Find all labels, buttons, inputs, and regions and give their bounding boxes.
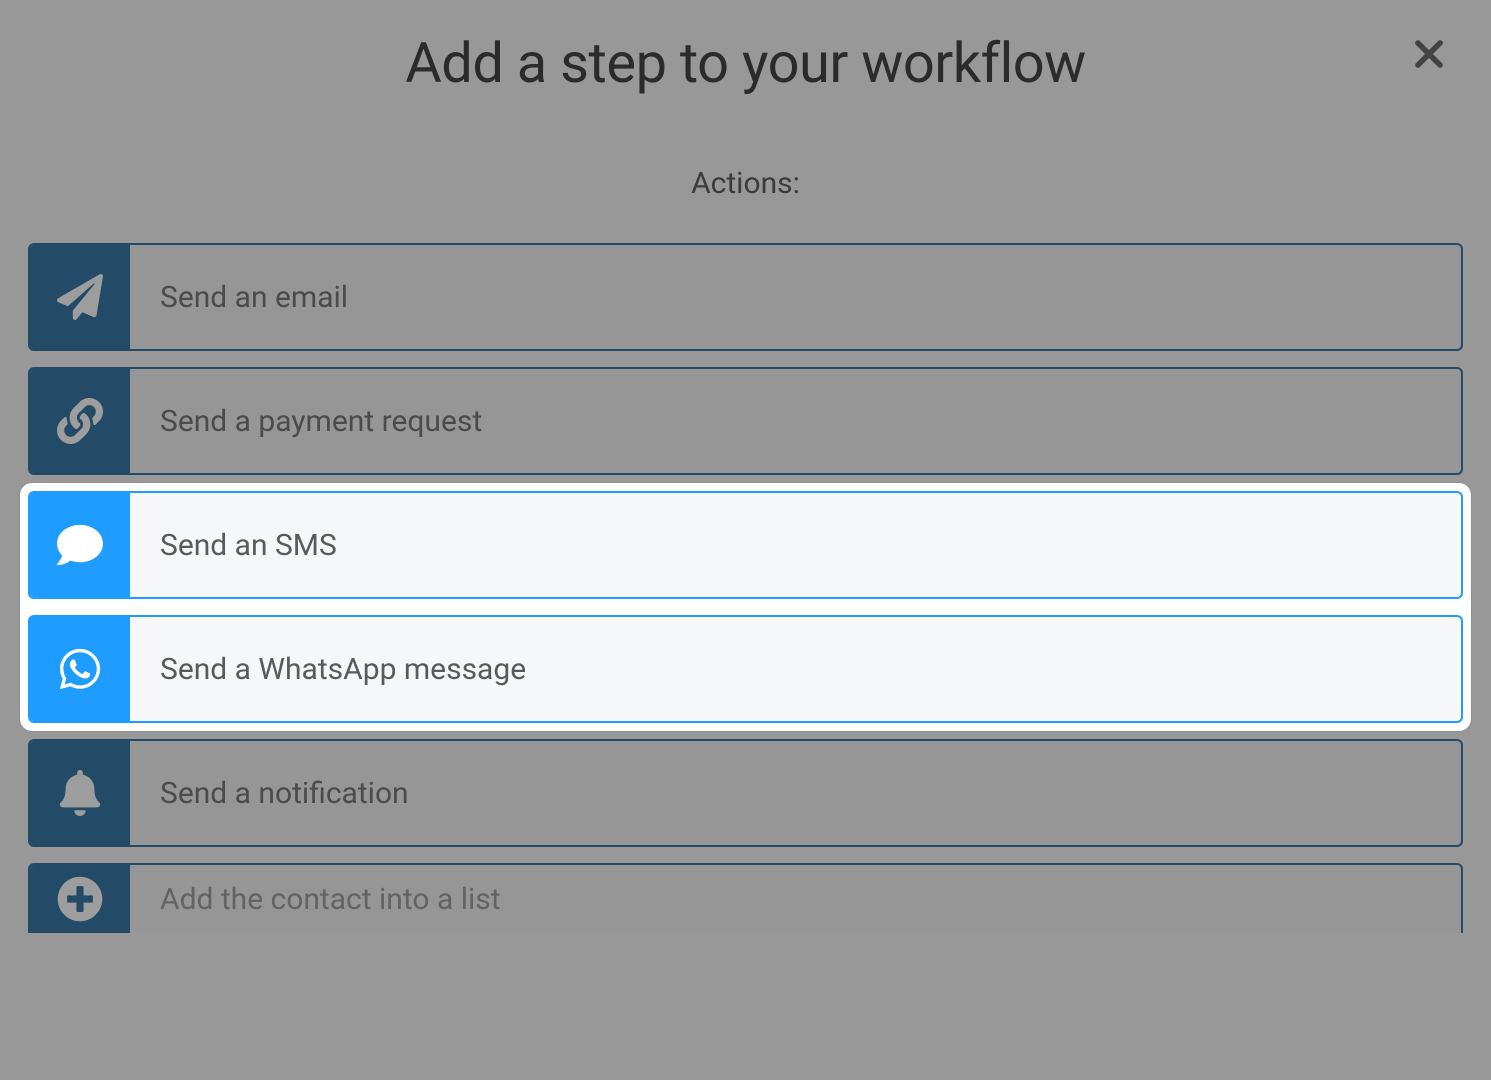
action-list: Send an email Send a payment request Sen…	[28, 243, 1463, 933]
whatsapp-icon	[30, 617, 130, 721]
add-step-modal: Add a step to your workflow Actions: Sen…	[0, 0, 1491, 1080]
action-send-whatsapp[interactable]: Send a WhatsApp message	[28, 615, 1463, 723]
highlighted-actions-group: Send an SMS Send a WhatsApp message	[20, 483, 1471, 731]
action-label: Send an SMS	[130, 493, 337, 597]
action-send-sms[interactable]: Send an SMS	[28, 491, 1463, 599]
paper-plane-icon	[30, 245, 130, 349]
close-icon	[1410, 35, 1448, 73]
speech-bubble-icon	[30, 493, 130, 597]
action-label: Send an email	[130, 245, 348, 349]
link-icon	[30, 369, 130, 473]
action-label: Add the contact into a list	[130, 865, 501, 933]
action-send-payment-request[interactable]: Send a payment request	[28, 367, 1463, 475]
action-add-contact-to-list[interactable]: Add the contact into a list	[28, 863, 1463, 933]
modal-title: Add a step to your workflow	[28, 30, 1463, 96]
action-label: Send a WhatsApp message	[130, 617, 526, 721]
bell-icon	[30, 741, 130, 845]
plus-circle-icon	[30, 865, 130, 933]
action-send-notification[interactable]: Send a notification	[28, 739, 1463, 847]
close-button[interactable]	[1405, 30, 1453, 78]
action-label: Send a notification	[130, 741, 409, 845]
action-send-email[interactable]: Send an email	[28, 243, 1463, 351]
actions-section-label: Actions:	[28, 166, 1463, 201]
action-label: Send a payment request	[130, 369, 482, 473]
